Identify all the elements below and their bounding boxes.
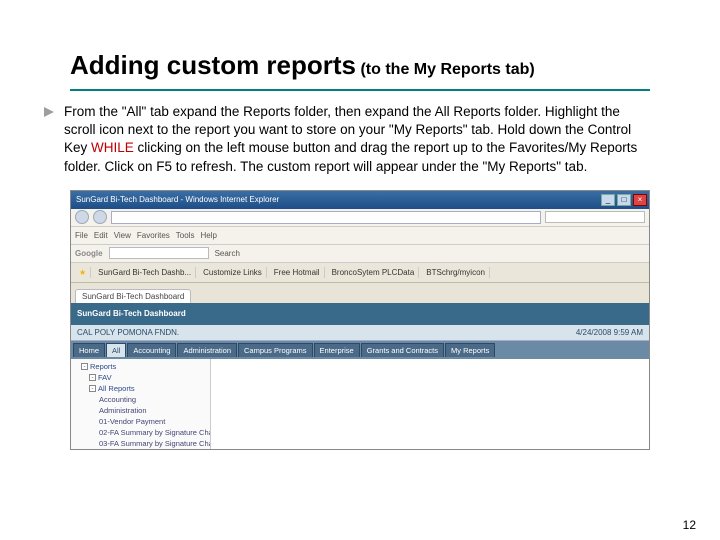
fav-link-2[interactable]: Free Hotmail	[270, 267, 325, 278]
google-label: Google	[75, 249, 103, 258]
slide-title: Adding custom reports (to the My Reports…	[70, 50, 650, 81]
menu-edit[interactable]: Edit	[94, 231, 108, 240]
tree-item[interactable]: -FAV	[75, 372, 206, 383]
forward-button[interactable]	[93, 210, 107, 224]
dashboard-body: -Reports-FAV-All ReportsAccountingAdmini…	[71, 359, 649, 450]
tree-item-label: Administration	[99, 406, 147, 415]
tree-item[interactable]: 03-Summary by Account	[75, 449, 206, 450]
window-title: SunGard Bi-Tech Dashboard - Windows Inte…	[73, 195, 279, 204]
title-rule	[70, 89, 650, 91]
google-search-input[interactable]	[109, 247, 209, 259]
tree-item[interactable]: -Reports	[75, 361, 206, 372]
favorites-star-button[interactable]: ★	[75, 267, 91, 278]
star-icon: ★	[79, 268, 86, 277]
close-button[interactable]: ×	[633, 194, 647, 206]
expand-box-icon[interactable]: -	[89, 374, 96, 381]
address-input[interactable]	[111, 211, 541, 224]
title-sub: (to the My Reports tab)	[360, 61, 534, 78]
menu-view[interactable]: View	[114, 231, 131, 240]
fav-link-4[interactable]: BTSchrg/myicon	[422, 267, 490, 278]
menu-help[interactable]: Help	[200, 231, 216, 240]
text-emphasis: WHILE	[91, 140, 134, 155]
menu-file[interactable]: File	[75, 231, 88, 240]
expand-box-icon[interactable]: -	[81, 363, 88, 370]
browser-tabstrip: SunGard Bi-Tech Dashboard	[71, 283, 649, 303]
menu-favorites[interactable]: Favorites	[137, 231, 170, 240]
tree-item-label: All Reports	[98, 384, 135, 393]
dashboard-header: SunGard Bi-Tech Dashboard	[71, 303, 649, 325]
fav-link-1[interactable]: Customize Links	[199, 267, 267, 278]
tree-item-label: FAV	[98, 373, 112, 382]
tab-administration[interactable]: Administration	[177, 343, 237, 357]
tree-item-label: 02-FA Summary by Signature Change	[99, 428, 211, 437]
tab-enterprise[interactable]: Enterprise	[314, 343, 360, 357]
instruction-text: From the "All" tab expand the Reports fo…	[64, 103, 650, 176]
minimize-button[interactable]: _	[601, 194, 615, 206]
tab-all[interactable]: All	[106, 343, 126, 357]
tree-item[interactable]: 02-FA Summary by Signature Change	[75, 427, 206, 438]
page-number: 12	[683, 518, 696, 532]
timestamp: 4/24/2008 9:59 AM	[576, 328, 643, 337]
tab-grants[interactable]: Grants and Contracts	[361, 343, 444, 357]
fav-link-0[interactable]: SunGard Bi-Tech Dashb...	[94, 267, 196, 278]
menu-bar: File Edit View Favorites Tools Help	[71, 227, 649, 245]
favorites-bar: ★ SunGard Bi-Tech Dashb... Customize Lin…	[71, 263, 649, 283]
tree-item[interactable]: -All Reports	[75, 383, 206, 394]
tree-item[interactable]: 03-FA Summary by Signature Change	[75, 438, 206, 449]
arrow-bullet-icon	[42, 105, 56, 119]
dashboard-subheader: CAL POLY POMONA FNDN. 4/24/2008 9:59 AM	[71, 325, 649, 341]
tab-accounting[interactable]: Accounting	[127, 343, 176, 357]
google-search-button[interactable]: Search	[215, 249, 240, 258]
tree-item[interactable]: Accounting	[75, 394, 206, 405]
dashboard-tabs: Home All Accounting Administration Campu…	[71, 341, 649, 359]
text-after: clicking on the left mouse button and dr…	[64, 140, 637, 173]
tab-home[interactable]: Home	[73, 343, 105, 357]
tree-item[interactable]: Administration	[75, 405, 206, 416]
report-tree: -Reports-FAV-All ReportsAccountingAdmini…	[71, 359, 211, 450]
bullet-item: From the "All" tab expand the Reports fo…	[42, 103, 650, 176]
title-main: Adding custom reports	[70, 50, 356, 80]
tree-item-label: Accounting	[99, 395, 136, 404]
tree-item-label: 03-FA Summary by Signature Change	[99, 439, 211, 448]
address-bar-row	[71, 209, 649, 227]
window-titlebar: SunGard Bi-Tech Dashboard - Windows Inte…	[71, 191, 649, 209]
tree-item-label: 01-Vendor Payment	[99, 417, 165, 426]
tree-item[interactable]: 01-Vendor Payment	[75, 416, 206, 427]
browser-tab[interactable]: SunGard Bi-Tech Dashboard	[75, 289, 191, 303]
tab-campus[interactable]: Campus Programs	[238, 343, 313, 357]
tab-myreports[interactable]: My Reports	[445, 343, 495, 357]
content-area	[211, 359, 649, 450]
expand-box-icon[interactable]: -	[89, 385, 96, 392]
maximize-button[interactable]: □	[617, 194, 631, 206]
embedded-screenshot: SunGard Bi-Tech Dashboard - Windows Inte…	[70, 190, 650, 450]
org-name: CAL POLY POMONA FNDN.	[77, 328, 179, 337]
google-toolbar: Google Search	[71, 245, 649, 263]
menu-tools[interactable]: Tools	[176, 231, 195, 240]
fav-link-3[interactable]: BroncoSytem PLCData	[328, 267, 420, 278]
search-input[interactable]	[545, 211, 645, 223]
back-button[interactable]	[75, 210, 89, 224]
tree-item-label: Reports	[90, 362, 116, 371]
